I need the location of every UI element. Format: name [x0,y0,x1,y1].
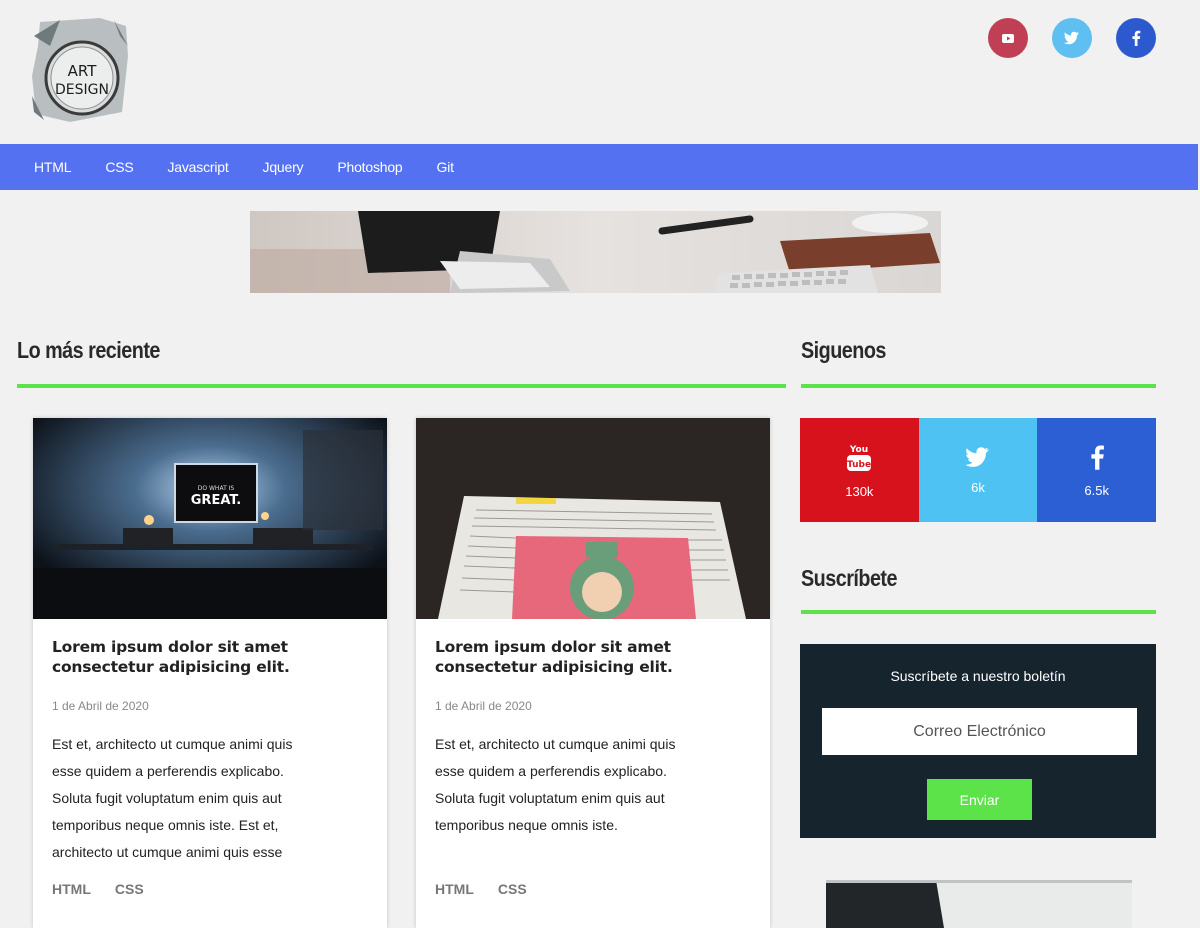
twitter-count: 6k [971,479,985,495]
facebook-link[interactable] [1116,18,1156,58]
post-image[interactable] [416,418,770,619]
nav-item-html[interactable]: HTML [34,159,72,175]
latest-section-title: Lo más reciente [17,337,160,363]
hero-banner-image [250,211,941,293]
nav-item-css[interactable]: CSS [105,159,133,175]
nav-item-git[interactable]: Git [437,159,455,175]
svg-text:Tube: Tube [847,460,871,470]
logo-text-art: ART [68,62,98,80]
monitor-text-2: GREAT. [191,493,241,508]
twitter-icon [965,446,989,467]
tag-html[interactable]: HTML [435,881,474,897]
post-image[interactable]: DO WHAT IS GREAT. [33,418,387,619]
twitter-icon [1064,31,1079,45]
post-title[interactable]: Lorem ipsum dolor sit amet consectetur a… [52,637,368,677]
site-logo[interactable]: ART DESIGN [30,16,130,124]
newsletter-form: Suscríbete a nuestro boletín Enviar [800,644,1156,838]
latest-title-underline [17,384,786,388]
subscribe-section-title: Suscríbete [801,565,897,591]
twitter-link[interactable] [1052,18,1092,58]
monitor-text-1: DO WHAT IS [198,485,235,492]
tag-css[interactable]: CSS [115,881,144,897]
post-tags: HTML CSS [435,881,751,897]
tag-html[interactable]: HTML [52,881,91,897]
header-social-links [988,18,1156,58]
post-card: Lorem ipsum dolor sit amet consectetur a… [416,418,770,928]
subscribe-title-underline [801,610,1156,614]
logo-text-design: DESIGN [55,82,109,98]
follow-section-title: Siguenos [801,337,886,363]
post-excerpt: Est et, architecto ut cumque animi quis … [435,736,676,833]
twitter-counter[interactable]: 6k [918,418,1038,522]
youtube-counter[interactable]: You Tube 130k [800,418,919,522]
facebook-counter[interactable]: 6.5k [1037,418,1157,522]
post-card: DO WHAT IS GREAT. Lorem ipsum dolor sit … [33,418,387,928]
main-nav: HTML CSS Javascript Jquery Photoshop Git [0,144,1198,190]
post-tags: HTML CSS [52,881,368,897]
post-title[interactable]: Lorem ipsum dolor sit amet consectetur a… [435,637,751,677]
nav-item-photoshop[interactable]: Photoshop [337,159,402,175]
facebook-icon [1132,30,1141,46]
post-date: 1 de Abril de 2020 [52,699,149,713]
youtube-link[interactable] [988,18,1028,58]
post-excerpt: Est et, architecto ut cumque animi quis … [52,736,293,860]
subscribe-button[interactable]: Enviar [927,779,1032,820]
nav-item-jquery[interactable]: Jquery [263,159,304,175]
youtube-icon: You Tube [847,445,871,471]
nav-item-javascript[interactable]: Javascript [168,159,229,175]
post-date: 1 de Abril de 2020 [435,699,532,713]
facebook-count: 6.5k [1084,482,1109,498]
email-input[interactable] [822,708,1137,755]
sidebar-image [826,880,1132,928]
newsletter-label: Suscríbete a nuestro boletín [890,668,1066,684]
follow-title-underline [801,384,1156,388]
facebook-icon [1091,444,1104,470]
youtube-icon [1002,34,1014,43]
social-counters: You Tube 130k 6k 6.5k [800,418,1157,522]
svg-text:You: You [849,445,868,455]
tag-css[interactable]: CSS [498,881,527,897]
youtube-count: 130k [845,483,874,499]
